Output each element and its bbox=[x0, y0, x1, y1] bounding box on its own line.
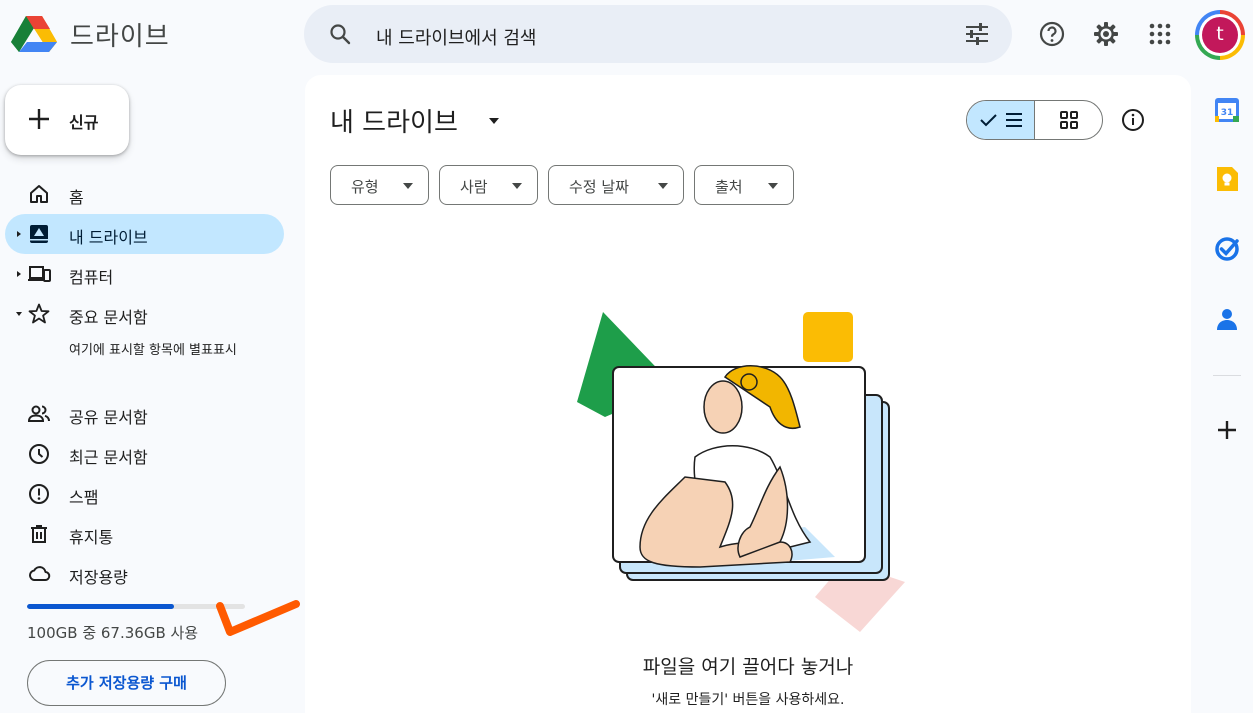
add-app-plus-icon[interactable] bbox=[1213, 416, 1241, 444]
chip-label: 출처 bbox=[715, 178, 743, 196]
expand-caret-icon[interactable] bbox=[15, 269, 23, 279]
chevron-down-icon bbox=[768, 183, 778, 189]
star-icon bbox=[28, 303, 50, 324]
sidebar-item-label: 중요 문서함 bbox=[69, 308, 148, 327]
sidebar-item-label: 공유 문서함 bbox=[69, 408, 148, 427]
sidebar-item-spam[interactable]: 스팸 bbox=[5, 474, 284, 514]
spam-icon bbox=[29, 484, 49, 504]
sidebar-item-home[interactable]: 홈 bbox=[5, 174, 284, 214]
home-icon bbox=[30, 185, 48, 203]
sidebar-item-trash[interactable]: 휴지통 bbox=[5, 514, 284, 554]
avatar-initial: t bbox=[1202, 17, 1238, 53]
sidebar-item-starred[interactable]: 중요 문서함 bbox=[5, 294, 284, 334]
contacts-icon[interactable] bbox=[1213, 305, 1241, 333]
grid-view-button[interactable] bbox=[1036, 101, 1102, 139]
chip-label: 사람 bbox=[460, 178, 488, 196]
list-view-button[interactable] bbox=[967, 101, 1035, 139]
chip-label: 유형 bbox=[351, 178, 379, 196]
sidebar-item-label: 홈 bbox=[69, 188, 84, 207]
cloud-icon bbox=[28, 566, 51, 581]
new-button-label: 신규 bbox=[69, 113, 99, 132]
chevron-down-icon bbox=[403, 183, 413, 189]
tasks-icon[interactable] bbox=[1213, 235, 1241, 263]
storage-usage-text: 100GB 중 67.36GB 사용 bbox=[27, 624, 199, 642]
collapse-caret-icon[interactable] bbox=[15, 309, 23, 319]
top-bar: 드라이브 내 드라이브에서 검색 t bbox=[0, 0, 1253, 70]
search-bar[interactable]: 내 드라이브에서 검색 bbox=[304, 5, 1012, 63]
search-icon[interactable] bbox=[328, 22, 352, 46]
info-icon[interactable] bbox=[1120, 107, 1146, 133]
sidebar-item-label: 저장용량 bbox=[69, 568, 128, 587]
computers-icon bbox=[28, 266, 51, 282]
filter-people-chip[interactable]: 사람 bbox=[439, 165, 538, 205]
keep-icon[interactable] bbox=[1213, 165, 1241, 193]
plus-icon bbox=[29, 109, 49, 129]
my-drive-icon bbox=[30, 225, 48, 243]
shared-icon bbox=[27, 405, 50, 422]
checkmark-icon bbox=[980, 113, 1022, 127]
empty-state-subtitle: '새로 만들기' 버튼을 사용하세요. bbox=[651, 692, 845, 708]
main-panel: 내 드라이브 유형 사람 수정 날짜 출처 파일을 여기 끌어다 놓거나 '새로… bbox=[305, 75, 1191, 713]
checkmark-annotation bbox=[216, 600, 300, 636]
expand-caret-icon[interactable] bbox=[15, 229, 23, 239]
help-icon[interactable] bbox=[1036, 18, 1068, 50]
sidebar-item-recent[interactable]: 최근 문서함 bbox=[5, 434, 284, 474]
sidebar-item-computers[interactable]: 컴퓨터 bbox=[5, 254, 284, 294]
new-button[interactable]: 신규 bbox=[5, 85, 129, 155]
settings-gear-icon[interactable] bbox=[1090, 18, 1122, 50]
empty-state-illustration bbox=[577, 312, 905, 632]
calendar-icon[interactable]: 31 bbox=[1213, 96, 1241, 124]
sidebar-item-label: 스팸 bbox=[69, 488, 99, 507]
storage-progress-bar bbox=[27, 604, 245, 609]
search-input[interactable]: 내 드라이브에서 검색 bbox=[376, 24, 536, 50]
sidebar-item-label: 컴퓨터 bbox=[69, 268, 114, 287]
filter-modified-chip[interactable]: 수정 날짜 bbox=[548, 165, 684, 205]
filter-source-chip[interactable]: 출처 bbox=[694, 165, 794, 205]
chip-label: 수정 날짜 bbox=[569, 178, 629, 196]
chevron-down-icon[interactable] bbox=[487, 116, 501, 126]
apps-grid-icon[interactable] bbox=[1144, 18, 1176, 50]
chevron-down-icon bbox=[512, 183, 522, 189]
drive-logo-icon[interactable] bbox=[10, 14, 58, 54]
trash-icon bbox=[31, 525, 47, 543]
app-title[interactable]: 드라이브 bbox=[70, 16, 170, 53]
storage-progress-fill bbox=[27, 604, 174, 609]
grid-icon bbox=[1060, 111, 1078, 129]
avatar-frame: t bbox=[1199, 14, 1241, 56]
empty-state-title: 파일을 여기 끌어다 놓거나 bbox=[642, 656, 854, 678]
search-options-icon[interactable] bbox=[964, 22, 990, 46]
buy-storage-button[interactable]: 추가 저장용량 구매 bbox=[27, 660, 226, 706]
sidebar-item-label: 최근 문서함 bbox=[69, 448, 148, 467]
rail-divider bbox=[1213, 375, 1241, 376]
starred-empty-hint: 여기에 표시할 항목에 별표표시 bbox=[69, 343, 237, 358]
sidebar-item-shared[interactable]: 공유 문서함 bbox=[5, 394, 284, 434]
chevron-down-icon bbox=[658, 183, 668, 189]
sidebar-item-label: 휴지통 bbox=[69, 528, 114, 547]
sidebar-item-my-drive[interactable]: 내 드라이브 bbox=[5, 214, 284, 254]
clock-icon bbox=[29, 444, 49, 464]
account-avatar[interactable]: t bbox=[1195, 10, 1245, 60]
sidebar-item-label: 내 드라이브 bbox=[69, 228, 148, 247]
view-toggle bbox=[966, 100, 1103, 140]
filter-type-chip[interactable]: 유형 bbox=[330, 165, 429, 205]
sidebar-item-storage[interactable]: 저장용량 bbox=[5, 554, 284, 594]
page-title[interactable]: 내 드라이브 bbox=[330, 102, 458, 139]
svg-text:31: 31 bbox=[1221, 108, 1234, 118]
